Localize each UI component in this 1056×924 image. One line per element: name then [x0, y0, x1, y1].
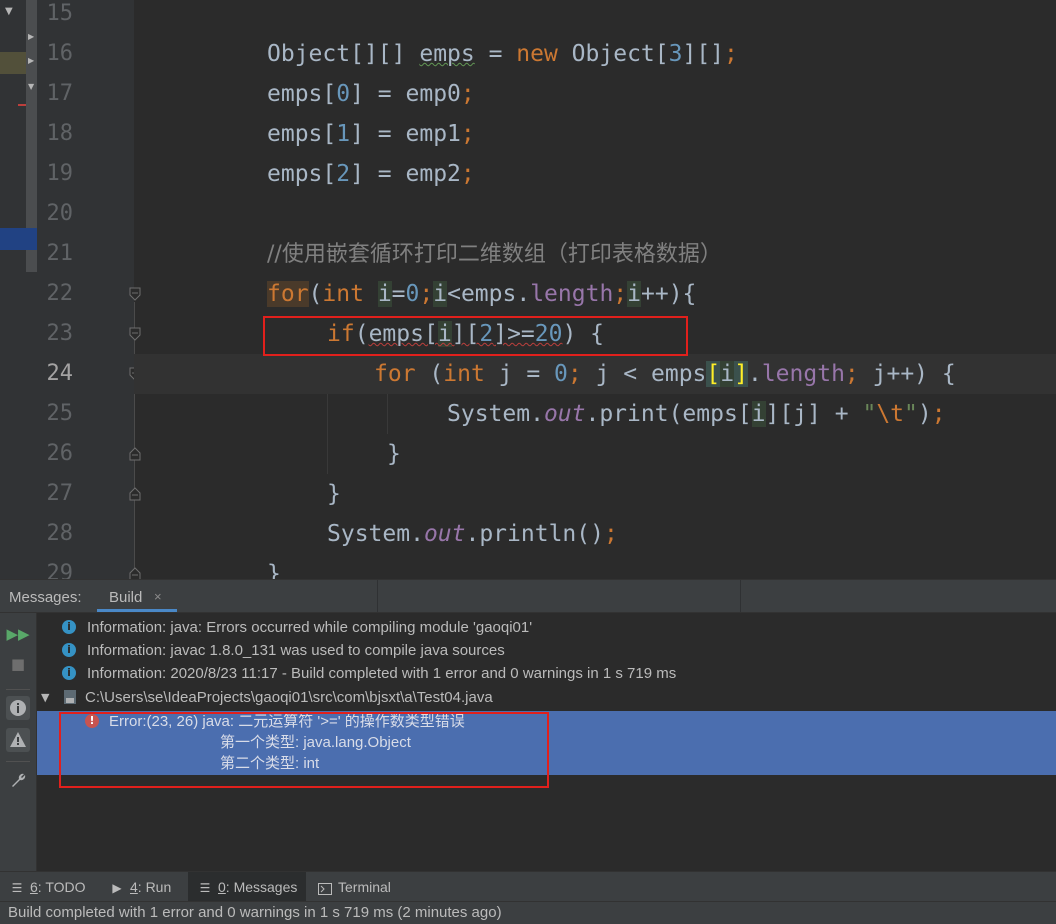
line-number: 26: [46, 441, 74, 466]
status-text: Build completed with 1 error and 0 warni…: [8, 904, 502, 921]
line-number: 28: [46, 521, 74, 546]
code-line: emps[0] = emp0;: [267, 81, 475, 107]
line-number: 19: [46, 161, 74, 186]
code-editor[interactable]: ▼ ▶ ▶ ▼ 15 16 17 18 19 20 21 22 23 24 25…: [0, 0, 1056, 579]
status-bar: Build completed with 1 error and 0 warni…: [0, 901, 1056, 924]
list-icon: ☰: [11, 881, 23, 895]
messages-label: Messages:: [9, 589, 82, 606]
code-area[interactable]: Object[][] emps = new Object[3][]; emps[…: [134, 0, 1056, 579]
terminal-icon: [318, 873, 332, 903]
tool-window-run[interactable]: ▶ 4: Run: [110, 872, 180, 902]
divider: [377, 580, 378, 612]
structure-strip: ▼ ▶ ▶ ▼: [0, 0, 37, 579]
divider: [740, 580, 741, 612]
line-number: 18: [46, 121, 74, 146]
error-marker: [18, 104, 26, 106]
code-line: System.out.print(emps[i][j] + "\t");: [447, 401, 946, 427]
code-line: System.out.println();: [327, 521, 618, 547]
info-filter-icon[interactable]: [6, 696, 30, 720]
fold-open-icon[interactable]: [127, 286, 143, 302]
code-line: emps[1] = emp1;: [267, 121, 475, 147]
collapse-icon[interactable]: ▼: [28, 82, 34, 91]
fold-close-icon[interactable]: [127, 446, 143, 462]
expand-icon[interactable]: ▶: [28, 32, 34, 41]
line-number: 25: [46, 401, 74, 426]
line-number-current: 24: [46, 361, 74, 386]
file-node[interactable]: ▼ C:\Users\se\IdeaProjects\gaoqi01\src\c…: [37, 686, 1056, 709]
fold-guide: [134, 302, 135, 572]
fold-close-icon[interactable]: [127, 486, 143, 502]
line-number: 21: [46, 241, 74, 266]
line-number: 22: [46, 281, 74, 306]
close-icon[interactable]: ×: [154, 589, 162, 604]
stop-icon[interactable]: ■: [6, 652, 30, 676]
line-number: 15: [46, 1, 74, 26]
wrench-icon[interactable]: [6, 768, 30, 792]
tool-window-bar: ☰ 6: TODO ▶ 4: Run ☰ 0: Messages Terminal: [0, 871, 1056, 902]
line-number: 17: [46, 81, 74, 106]
divider: [6, 761, 30, 762]
line-number-gutter: 15 16 17 18 19 20 21 22 23 24 25 26 27 2…: [37, 0, 134, 579]
line-number: 27: [46, 481, 74, 506]
code-line: for(int i=0;i<emps.length;i++){: [267, 281, 697, 307]
line-number: 16: [46, 41, 74, 66]
code-line-current: for (int j = 0; j < emps[i].length; j++)…: [134, 354, 1056, 394]
expand-icon[interactable]: ▶: [28, 56, 34, 65]
code-line: }: [327, 481, 341, 507]
highlight-box-code: [263, 316, 688, 356]
rerun-icon[interactable]: ▶▶: [6, 622, 30, 646]
tab-build-label: Build: [109, 589, 143, 606]
info-icon: i: [62, 620, 76, 634]
message-text: Information: javac 1.8.0_131 was used to…: [87, 642, 505, 659]
code-line: Object[][] emps = new Object[3][];: [267, 41, 738, 67]
collapse-icon[interactable]: ▼: [5, 6, 13, 17]
tool-window-terminal[interactable]: Terminal: [318, 872, 408, 902]
code-line: }: [267, 561, 281, 579]
run-icon: ▶: [112, 881, 122, 895]
messages-header: Messages: Build ×: [0, 579, 1056, 613]
code-comment: //使用嵌套循环打印二维数组（打印表格数据）: [267, 242, 722, 267]
fold-open-icon[interactable]: [127, 326, 143, 342]
file-path: C:\Users\se\IdeaProjects\gaoqi01\src\com…: [85, 689, 493, 706]
code-line: emps[2] = emp2;: [267, 161, 475, 187]
line-number: 29: [46, 561, 74, 579]
message-text: Information: 2020/8/23 11:17 - Build com…: [87, 665, 677, 682]
line-number: 20: [46, 201, 74, 226]
list-item[interactable]: i Information: java: Errors occurred whi…: [37, 616, 1056, 639]
message-text: Information: java: Errors occurred while…: [87, 619, 533, 636]
list-item[interactable]: i Information: 2020/8/23 11:17 - Build c…: [37, 662, 1056, 685]
messages-toolbar: ▶▶ ■: [0, 613, 37, 871]
list-item[interactable]: i Information: javac 1.8.0_131 was used …: [37, 639, 1056, 662]
highlight-box-error: [59, 712, 549, 788]
fold-close-icon[interactable]: [127, 566, 143, 579]
tab-underline: [97, 609, 177, 612]
line-number: 23: [46, 321, 74, 346]
divider: [6, 689, 30, 690]
tool-window-todo[interactable]: ☰ 6: TODO: [10, 872, 100, 902]
code-line: }: [387, 441, 401, 467]
info-icon: i: [62, 666, 76, 680]
messages-icon: ☰: [199, 881, 211, 895]
warning-filter-icon[interactable]: [6, 728, 30, 752]
tab-build[interactable]: Build ×: [97, 580, 177, 612]
java-file-icon: [63, 689, 77, 705]
collapse-icon[interactable]: ▼: [41, 686, 49, 709]
tool-window-messages[interactable]: ☰ 0: Messages: [188, 872, 306, 902]
info-icon: i: [62, 643, 76, 657]
warning-marker: [0, 52, 26, 74]
selection-marker: [0, 228, 37, 250]
